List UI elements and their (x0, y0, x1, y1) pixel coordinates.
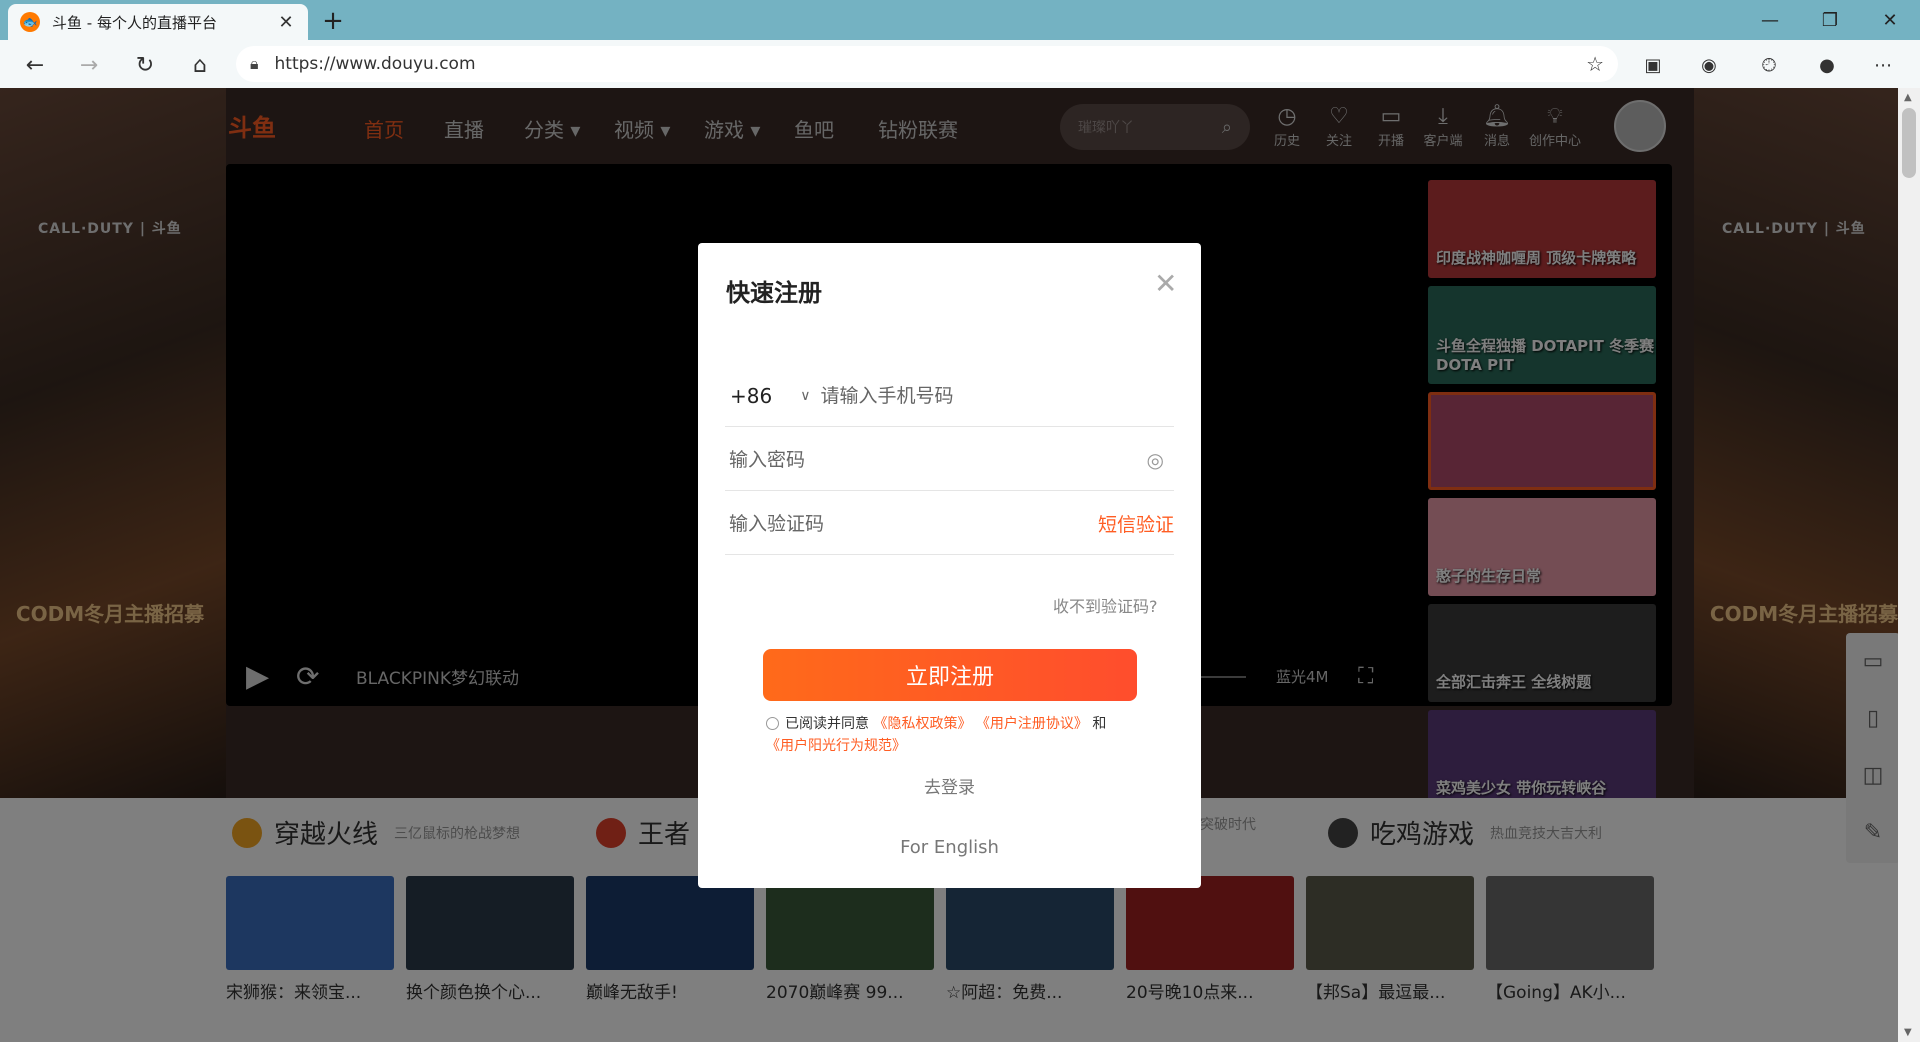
verification-code-input[interactable] (725, 512, 1098, 535)
code-field: 短信验证 (725, 493, 1174, 555)
browser-toolbar: ← → ↻ ⌂ 🔒︎ https://www.douyu.com ☆ ▣ ◉ 🕘… (0, 40, 1920, 88)
add-favorite-icon[interactable]: ☆ (1586, 52, 1604, 76)
agree-and: 和 (1092, 716, 1107, 732)
for-english-link[interactable]: For English (698, 837, 1201, 858)
agree-prefix: 已阅读并同意 (785, 716, 869, 732)
tab-close-icon[interactable]: ✕ (276, 12, 296, 33)
scroll-down-icon[interactable]: ▼ (1904, 1027, 1912, 1038)
window-close-icon[interactable]: ✕ (1860, 0, 1920, 40)
forward-icon[interactable]: → (72, 48, 106, 82)
go-login-link[interactable]: 去登录 (698, 773, 1201, 798)
scroll-thumb[interactable] (1902, 108, 1916, 178)
restore-icon[interactable]: ❐ (1800, 0, 1860, 40)
scroll-up-icon[interactable]: ▲ (1904, 92, 1912, 103)
no-code-link[interactable]: 收不到验证码? (1053, 593, 1158, 617)
privacy-policy-link[interactable]: 《隐私权政策》 (873, 716, 971, 732)
minimize-icon[interactable]: — (1740, 0, 1800, 40)
back-icon[interactable]: ← (18, 48, 52, 82)
phone-field: +86 ∨ (725, 365, 1174, 427)
reload-icon[interactable]: ↻ (128, 48, 162, 82)
agree-checkbox[interactable] (766, 717, 779, 730)
new-tab-button[interactable]: + (318, 6, 348, 36)
sms-verify-button[interactable]: 短信验证 (1098, 510, 1174, 537)
extension-icon[interactable]: ▣ (1636, 48, 1670, 82)
tab-strip: 🐟 斗鱼 - 每个人的直播平台 ✕ + — ❐ ✕ (0, 0, 1920, 40)
more-menu-icon[interactable]: ⋯ (1866, 48, 1900, 82)
user-agreement-link[interactable]: 《用户注册协议》 (976, 716, 1088, 732)
douyu-favicon-icon: 🐟 (20, 12, 40, 32)
history-icon[interactable]: 🕘︎ (1752, 48, 1786, 82)
profile-avatar-icon[interactable]: ● (1810, 48, 1844, 82)
register-modal: 快速注册 ✕ +86 ∨ ◎ 短信验证 收不到验证码? 立即注册 已阅读并同意 … (698, 243, 1201, 888)
country-code-select[interactable]: +86 (730, 384, 772, 408)
browser-tab[interactable]: 🐟 斗鱼 - 每个人的直播平台 ✕ (8, 4, 308, 40)
home-icon[interactable]: ⌂ (183, 48, 217, 82)
close-icon[interactable]: ✕ (1154, 267, 1177, 300)
lock-icon[interactable]: 🔒︎ (250, 54, 259, 74)
agreement-row: 已阅读并同意 《隐私权政策》 《用户注册协议》 和 《用户阳光行为规范》 (766, 713, 1146, 757)
url-text[interactable]: https://www.douyu.com (275, 54, 1587, 74)
page-scrollbar[interactable]: ▲ ▼ (1898, 88, 1920, 1042)
conduct-rules-link[interactable]: 《用户阳光行为规范》 (766, 738, 906, 754)
browser-extension-globe-icon[interactable]: ◉ (1692, 48, 1726, 82)
password-field: ◎ (725, 429, 1174, 491)
phone-input[interactable] (820, 384, 1174, 407)
address-bar[interactable]: 🔒︎ https://www.douyu.com ☆ (236, 46, 1618, 82)
chevron-down-icon[interactable]: ∨ (800, 388, 810, 404)
tab-title: 斗鱼 - 每个人的直播平台 (52, 13, 217, 32)
register-button[interactable]: 立即注册 (763, 649, 1137, 701)
password-input[interactable] (725, 448, 1147, 471)
eye-hidden-icon[interactable]: ◎ (1147, 448, 1164, 472)
modal-title: 快速注册 (726, 279, 822, 307)
